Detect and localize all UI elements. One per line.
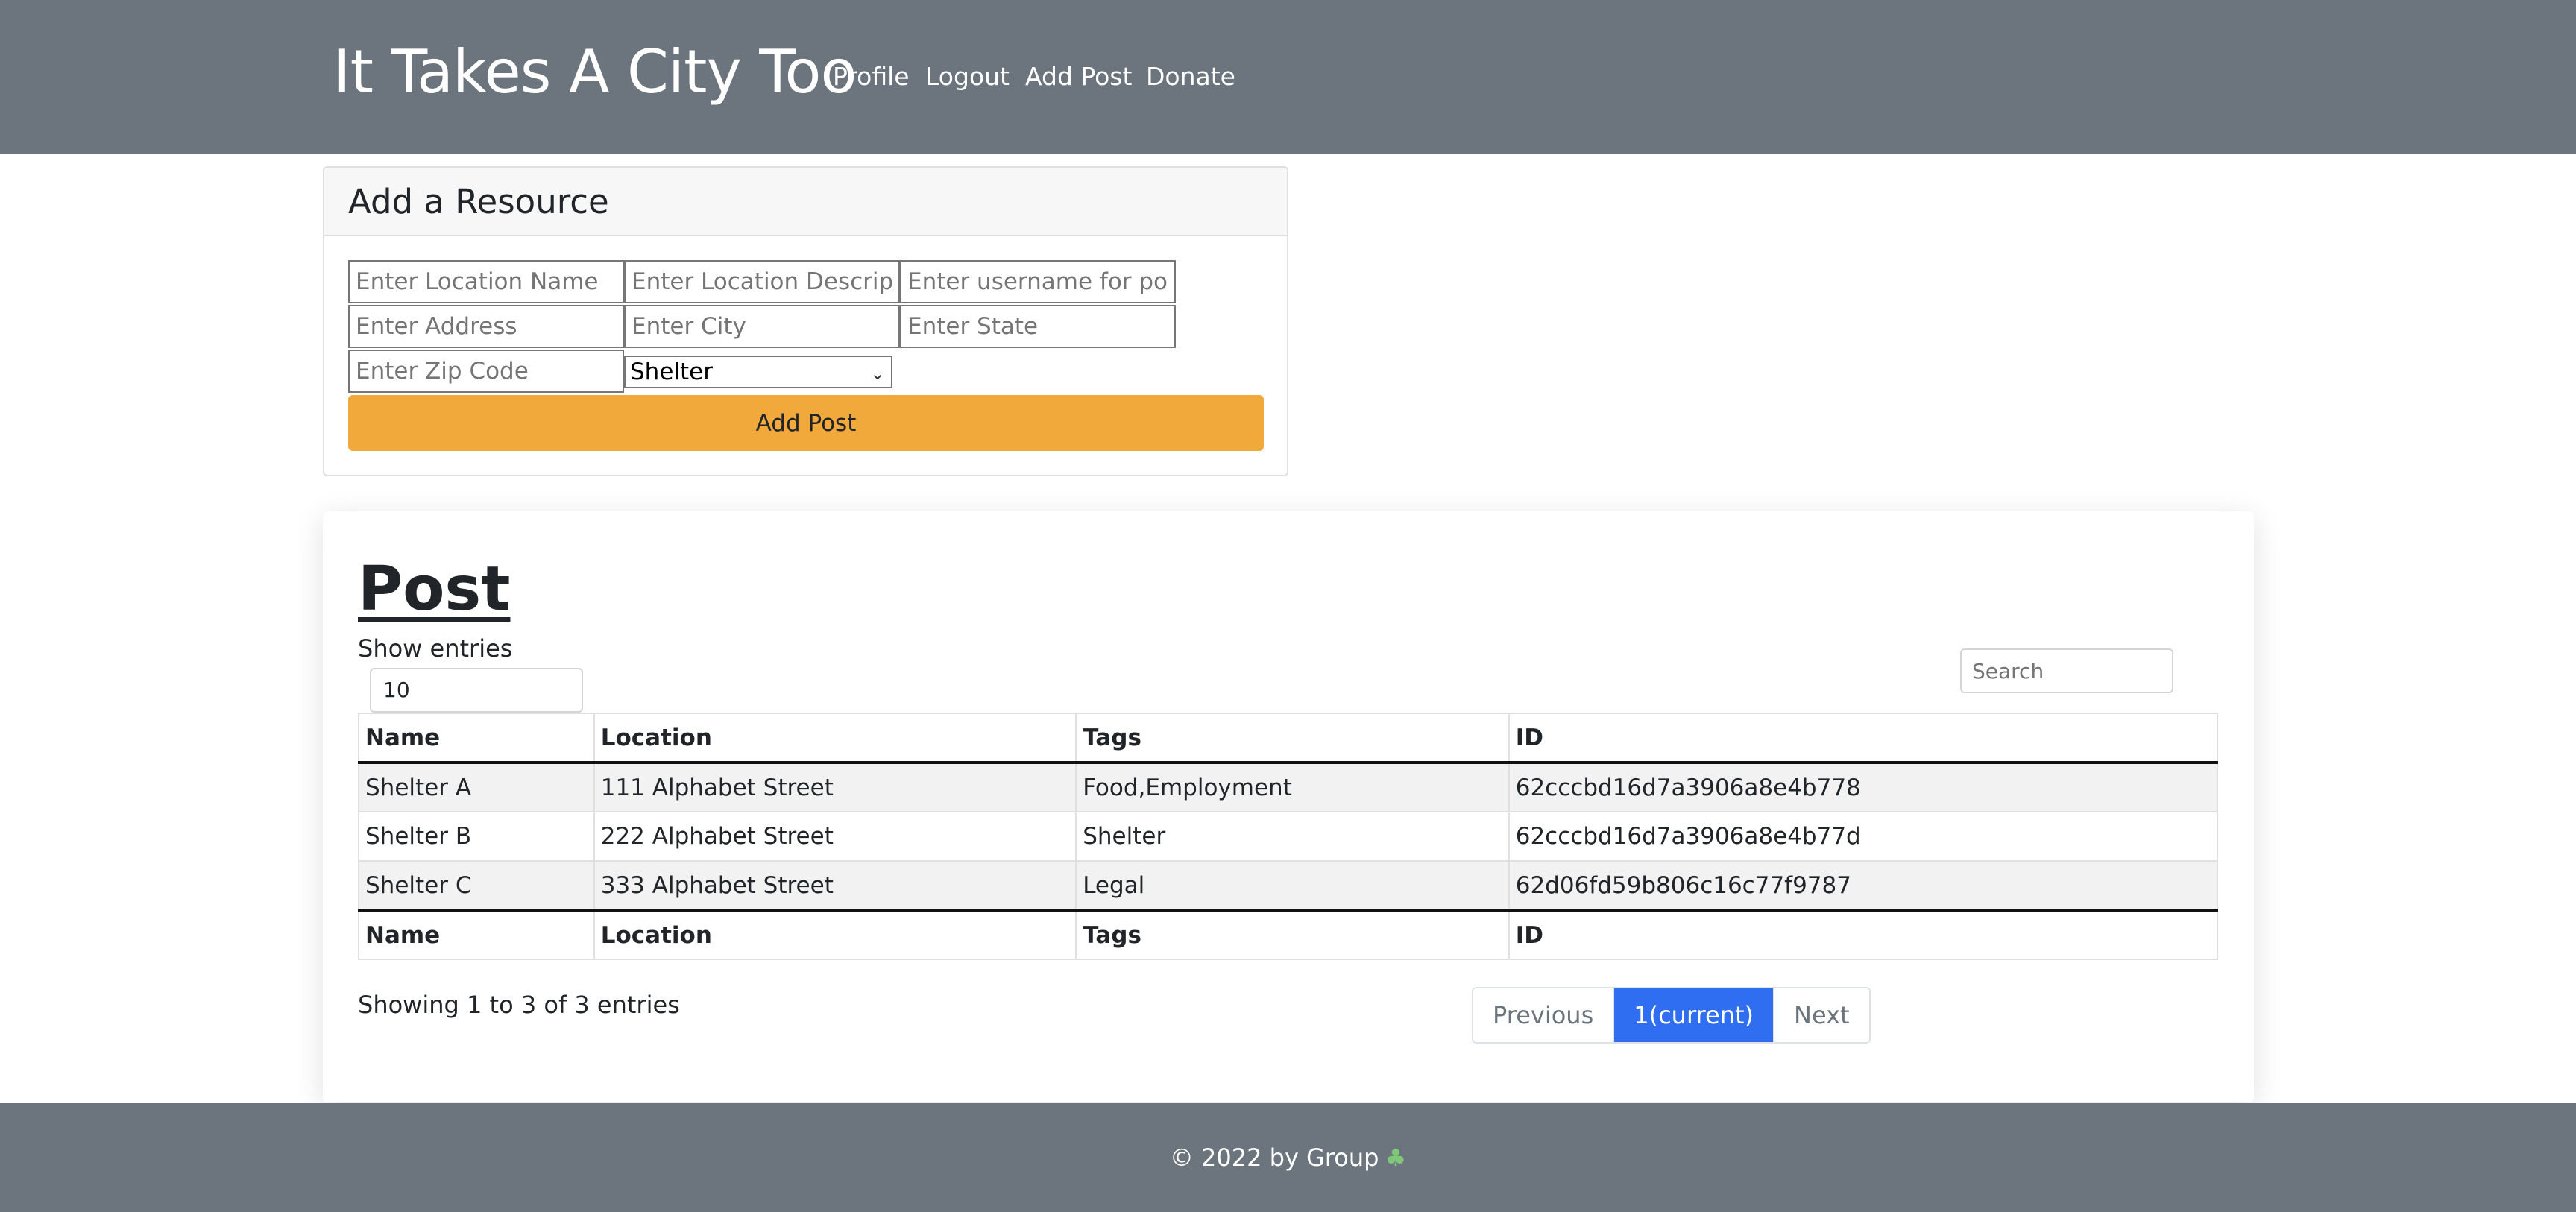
cell-name: Shelter C (358, 860, 595, 911)
nav-link-donate[interactable]: Donate (1146, 60, 1235, 94)
state-input[interactable] (900, 305, 1176, 348)
column-footer-location: Location (593, 909, 1077, 960)
pagination-current-page[interactable]: 1(current) (1613, 988, 1773, 1042)
cell-id: 62cccbd16d7a3906a8e4b778 (1508, 762, 2219, 812)
category-select[interactable]: Shelter ⌄ (624, 356, 892, 388)
cell-name: Shelter A (358, 762, 595, 812)
pagination-previous[interactable]: Previous (1473, 988, 1613, 1042)
table-row: Shelter B 222 Alphabet Street Shelter 62… (358, 811, 2219, 862)
footer-copyright: © 2022 by Group (1169, 1143, 1379, 1172)
cell-tags: Legal (1075, 860, 1510, 911)
cell-location: 222 Alphabet Street (593, 811, 1077, 862)
column-header-name[interactable]: Name (358, 713, 595, 764)
cell-location: 333 Alphabet Street (593, 860, 1077, 911)
entries-count-input[interactable]: 10 (370, 668, 583, 713)
column-footer-name: Name (358, 909, 595, 960)
post-title: Post (358, 554, 511, 625)
navbar: It Takes A City Too Profile Logout Add P… (0, 0, 2576, 154)
cell-tags: Shelter (1075, 811, 1510, 862)
footer: © 2022 by Group ♣ (0, 1103, 2576, 1212)
site-brand[interactable]: It Takes A City Too (333, 31, 857, 113)
add-resource-card: Add a Resource Shelter ⌄ Add Post (323, 166, 1288, 476)
add-resource-header: Add a Resource (324, 168, 1287, 236)
nav-link-add-post[interactable]: Add Post (1025, 60, 1132, 94)
cell-id: 62cccbd16d7a3906a8e4b77d (1508, 811, 2219, 862)
column-header-location[interactable]: Location (593, 713, 1077, 764)
pagination-next[interactable]: Next (1773, 988, 1869, 1042)
cell-tags: Food,Employment (1075, 762, 1510, 812)
clover-icon: ♣ (1385, 1143, 1407, 1172)
pagination: Previous 1(current) Next (1472, 987, 1871, 1044)
nav-link-profile[interactable]: Profile (833, 60, 910, 94)
post-card: Post Show entries 10 Name Location Tags … (323, 511, 2254, 1102)
table-row: Shelter C 333 Alphabet Street Legal 62d0… (358, 860, 2219, 911)
posts-table: Name Location Tags ID Shelter A 111 Alph… (358, 713, 2219, 960)
table-row: Shelter A 111 Alphabet Street Food,Emplo… (358, 762, 2219, 812)
search-input[interactable] (1960, 648, 2173, 693)
cell-name: Shelter B (358, 811, 595, 862)
add-resource-title: Add a Resource (348, 182, 609, 221)
location-description-input[interactable] (624, 260, 900, 303)
location-name-input[interactable] (348, 260, 624, 303)
show-entries-label: Show entries (358, 634, 513, 663)
column-header-tags[interactable]: Tags (1075, 713, 1510, 764)
column-header-id[interactable]: ID (1508, 713, 2219, 764)
username-input[interactable] (900, 260, 1176, 303)
zip-code-input[interactable] (348, 350, 624, 393)
cell-id: 62d06fd59b806c16c77f9787 (1508, 860, 2219, 911)
cell-location: 111 Alphabet Street (593, 762, 1077, 812)
nav-link-logout[interactable]: Logout (925, 60, 1010, 94)
chevron-down-icon: ⌄ (869, 363, 885, 384)
column-footer-tags: Tags (1075, 909, 1510, 960)
address-input[interactable] (348, 305, 624, 348)
page: It Takes A City Too Profile Logout Add P… (0, 0, 2576, 1212)
column-footer-id: ID (1508, 909, 2219, 960)
city-input[interactable] (624, 305, 900, 348)
table-header-row: Name Location Tags ID (358, 713, 2219, 764)
table-info: Showing 1 to 3 of 3 entries (358, 991, 680, 1019)
table-footer-row: Name Location Tags ID (358, 909, 2219, 960)
add-post-button[interactable]: Add Post (348, 395, 1264, 451)
category-select-value: Shelter (630, 359, 713, 385)
